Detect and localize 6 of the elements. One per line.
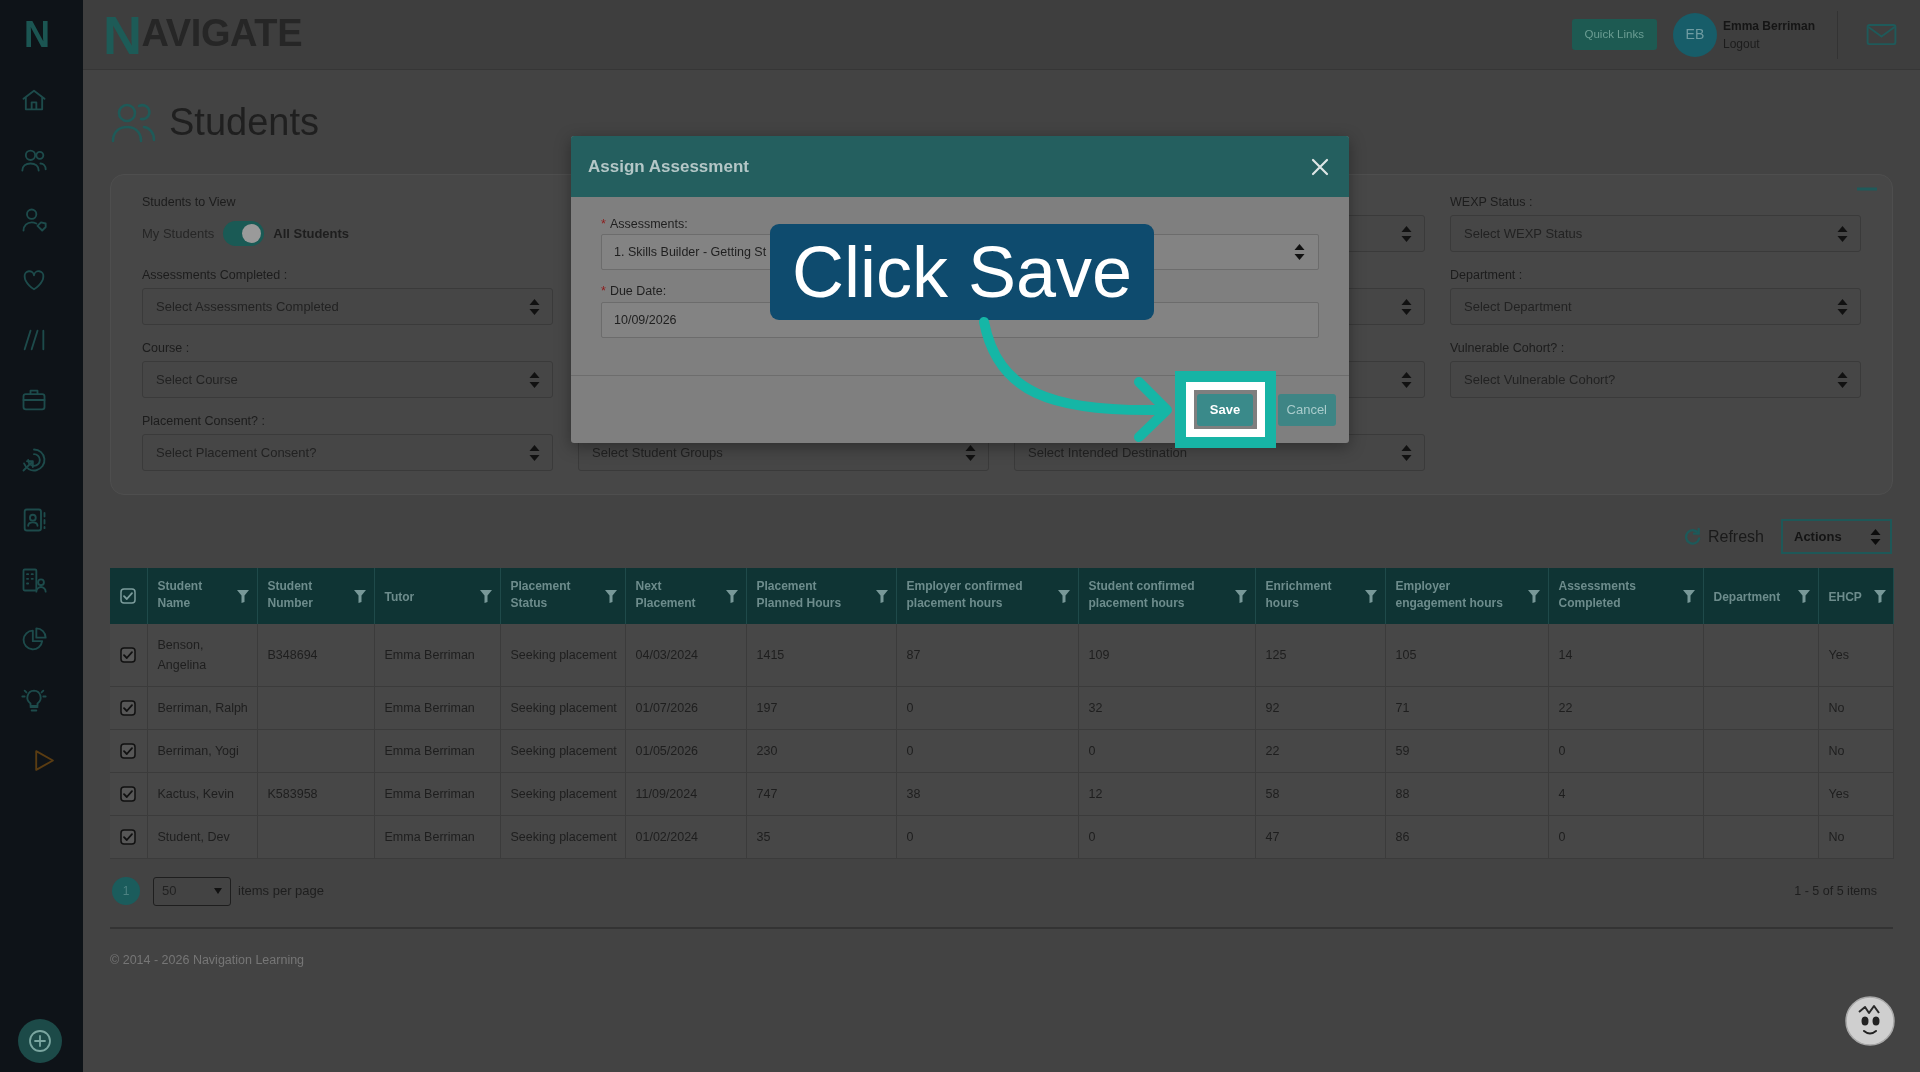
dialog-title: Assign Assessment: [588, 155, 749, 178]
instruction-tooltip: Click Save: [770, 224, 1155, 320]
required-mark: *: [601, 282, 606, 300]
required-mark: *: [601, 215, 606, 233]
field-label: Due Date:: [609, 282, 667, 300]
field-label: Assessments:: [609, 215, 688, 233]
